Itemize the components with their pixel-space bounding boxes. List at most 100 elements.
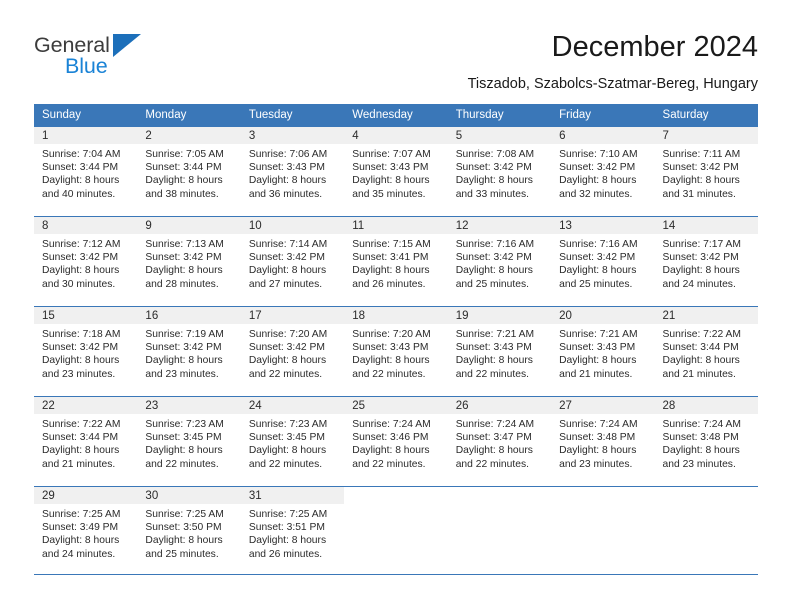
calendar-day-cell[interactable]: 24 Sunrise: 7:23 AM Sunset: 3:45 PM Dayligh… bbox=[240, 396, 345, 487]
sunset-text: Sunset: 3:42 PM bbox=[42, 252, 119, 264]
calendar-day-cell[interactable]: 31 Sunrise: 7:25 AM Sunset: 3:51 PM Dayligh… bbox=[240, 486, 345, 575]
calendar-week-row: 15 Sunrise: 7:18 AM Sunset: 3:42 PM Dayligh… bbox=[34, 306, 758, 397]
daylight-text-line1: Daylight: 8 hours bbox=[559, 445, 637, 457]
day-details: Sunrise: 7:17 AM Sunset: 3:42 PM Daylight:… bbox=[655, 234, 758, 291]
sunrise-text: Sunrise: 7:25 AM bbox=[145, 509, 224, 520]
calendar-day-cell[interactable]: 23 Sunrise: 7:23 AM Sunset: 3:45 PM Dayligh… bbox=[137, 396, 241, 487]
daylight-text-line2: and 22 minutes. bbox=[145, 458, 219, 470]
calendar-week-row: 1 Sunrise: 7:04 AM Sunset: 3:44 PM Daylight… bbox=[34, 126, 758, 217]
sunset-text: Sunset: 3:42 PM bbox=[559, 162, 636, 174]
day-details bbox=[551, 504, 654, 508]
sunset-text: Sunset: 3:42 PM bbox=[42, 342, 119, 354]
calendar-day-cell[interactable]: 28 Sunrise: 7:24 AM Sunset: 3:48 PM Dayligh… bbox=[654, 396, 758, 487]
daylight-text-line1: Daylight: 8 hours bbox=[248, 175, 327, 187]
sunrise-text: Sunrise: 7:24 AM bbox=[662, 419, 741, 430]
calendar-day-cell[interactable]: 7 Sunrise: 7:11 AM Sunset: 3:42 PM Daylight… bbox=[654, 126, 758, 217]
calendar-day-cell[interactable]: 4 Sunrise: 7:07 AM Sunset: 3:43 PM Daylight… bbox=[344, 126, 448, 217]
daylight-text-line2: and 21 minutes. bbox=[662, 368, 736, 380]
calendar-day-cell[interactable]: 9 Sunrise: 7:13 AM Sunset: 3:42 PM Daylight… bbox=[137, 216, 241, 307]
sunrise-text: Sunrise: 7:24 AM bbox=[352, 419, 431, 430]
calendar-day-cell[interactable]: 22 Sunrise: 7:22 AM Sunset: 3:44 PM Dayligh… bbox=[34, 396, 138, 487]
weekday-header-thursday: Thursday bbox=[447, 104, 552, 127]
calendar-day-cell[interactable]: 20 Sunrise: 7:21 AM Sunset: 3:43 PM Dayligh… bbox=[551, 306, 655, 397]
sunrise-text: Sunrise: 7:20 AM bbox=[352, 329, 431, 340]
calendar-day-cell[interactable]: 29 Sunrise: 7:25 AM Sunset: 3:49 PM Dayligh… bbox=[34, 486, 138, 575]
day-details: Sunrise: 7:20 AM Sunset: 3:43 PM Daylight:… bbox=[344, 324, 447, 381]
weekday-header-friday: Friday bbox=[551, 104, 655, 127]
daylight-text-line2: and 38 minutes. bbox=[145, 188, 219, 200]
general-blue-logo[interactable]: General Blue bbox=[34, 33, 214, 83]
sunrise-text: Sunrise: 7:22 AM bbox=[42, 419, 121, 430]
day-details: Sunrise: 7:24 AM Sunset: 3:48 PM Daylight:… bbox=[551, 414, 654, 471]
weekday-header-monday: Monday bbox=[137, 104, 241, 127]
sunrise-text: Sunrise: 7:23 AM bbox=[248, 419, 328, 430]
calendar-day-cell[interactable]: 8 Sunrise: 7:12 AM Sunset: 3:42 PM Daylight… bbox=[34, 216, 138, 307]
daylight-text-line1: Daylight: 8 hours bbox=[455, 175, 533, 187]
daylight-text-line2: and 28 minutes. bbox=[145, 278, 219, 290]
daylight-text-line1: Daylight: 8 hours bbox=[145, 175, 223, 187]
day-details: Sunrise: 7:10 AM Sunset: 3:42 PM Daylight:… bbox=[551, 144, 654, 201]
calendar-day-cell[interactable]: 21 Sunrise: 7:22 AM Sunset: 3:44 PM Dayligh… bbox=[654, 306, 758, 397]
weekday-header-saturday: Saturday bbox=[654, 104, 758, 127]
daylight-text-line1: Daylight: 8 hours bbox=[559, 355, 637, 367]
calendar-day-cell[interactable]: 11 Sunrise: 7:15 AM Sunset: 3:41 PM Dayligh… bbox=[344, 216, 448, 307]
sunrise-text: Sunrise: 7:07 AM bbox=[352, 149, 431, 160]
calendar-day-cell[interactable]: 13 Sunrise: 7:16 AM Sunset: 3:42 PM Dayligh… bbox=[551, 216, 655, 307]
sunrise-text: Sunrise: 7:21 AM bbox=[455, 329, 535, 340]
calendar-day-cell[interactable]: 15 Sunrise: 7:18 AM Sunset: 3:42 PM Dayligh… bbox=[34, 306, 138, 397]
daylight-text-line1: Daylight: 8 hours bbox=[559, 175, 637, 187]
calendar-day-cell[interactable]: 26 Sunrise: 7:24 AM Sunset: 3:47 PM Dayligh… bbox=[447, 396, 552, 487]
calendar-day-cell[interactable]: 12 Sunrise: 7:16 AM Sunset: 3:42 PM Dayligh… bbox=[447, 216, 552, 307]
logo-text-blue: Blue bbox=[65, 54, 108, 78]
calendar-day-cell[interactable]: 2 Sunrise: 7:05 AM Sunset: 3:44 PM Daylight… bbox=[137, 126, 241, 217]
day-details: Sunrise: 7:25 AM Sunset: 3:50 PM Daylight:… bbox=[137, 504, 240, 561]
day-details: Sunrise: 7:18 AM Sunset: 3:42 PM Daylight:… bbox=[34, 324, 137, 381]
daylight-text-line1: Daylight: 8 hours bbox=[662, 355, 740, 367]
calendar-day-cell[interactable]: 5 Sunrise: 7:08 AM Sunset: 3:42 PM Daylight… bbox=[447, 126, 552, 217]
day-number: 4 bbox=[344, 127, 448, 144]
sunset-text: Sunset: 3:43 PM bbox=[352, 162, 429, 174]
daylight-text-line1: Daylight: 8 hours bbox=[42, 445, 120, 457]
calendar-day-cell[interactable]: 1 Sunrise: 7:04 AM Sunset: 3:44 PM Daylight… bbox=[34, 126, 138, 217]
sunrise-text: Sunrise: 7:15 AM bbox=[352, 239, 431, 250]
calendar-day-cell[interactable]: 17 Sunrise: 7:20 AM Sunset: 3:42 PM Dayligh… bbox=[240, 306, 345, 397]
day-details: Sunrise: 7:23 AM Sunset: 3:45 PM Daylight:… bbox=[241, 414, 344, 471]
calendar-day-cell[interactable]: 18 Sunrise: 7:20 AM Sunset: 3:43 PM Dayligh… bbox=[344, 306, 448, 397]
calendar-page: General Blue December 2024 Tiszadob, Sza… bbox=[0, 0, 792, 612]
calendar-day-cell-empty bbox=[447, 486, 552, 575]
daylight-text-line2: and 23 minutes. bbox=[662, 458, 736, 470]
calendar-day-cell[interactable]: 16 Sunrise: 7:19 AM Sunset: 3:42 PM Dayligh… bbox=[137, 306, 241, 397]
sunrise-text: Sunrise: 7:10 AM bbox=[559, 149, 638, 160]
day-details: Sunrise: 7:07 AM Sunset: 3:43 PM Daylight:… bbox=[344, 144, 447, 201]
calendar-day-cell[interactable]: 6 Sunrise: 7:10 AM Sunset: 3:42 PM Daylight… bbox=[551, 126, 655, 217]
calendar-body: 1 Sunrise: 7:04 AM Sunset: 3:44 PM Daylight… bbox=[34, 126, 758, 575]
daylight-text-line1: Daylight: 8 hours bbox=[352, 445, 430, 457]
sunset-text: Sunset: 3:51 PM bbox=[248, 522, 325, 534]
day-details bbox=[655, 504, 758, 508]
day-number: 8 bbox=[34, 217, 138, 234]
daylight-text-line2: and 22 minutes. bbox=[248, 368, 323, 380]
sunset-text: Sunset: 3:43 PM bbox=[455, 342, 532, 354]
calendar-day-cell[interactable]: 27 Sunrise: 7:24 AM Sunset: 3:48 PM Dayligh… bbox=[551, 396, 655, 487]
calendar-day-cell[interactable]: 14 Sunrise: 7:17 AM Sunset: 3:42 PM Dayligh… bbox=[654, 216, 758, 307]
calendar-day-cell[interactable]: 30 Sunrise: 7:25 AM Sunset: 3:50 PM Dayligh… bbox=[137, 486, 241, 575]
day-details: Sunrise: 7:25 AM Sunset: 3:51 PM Daylight:… bbox=[241, 504, 344, 561]
daylight-text-line2: and 22 minutes. bbox=[248, 458, 323, 470]
sunset-text: Sunset: 3:43 PM bbox=[559, 342, 636, 354]
logo-triangle-icon bbox=[113, 34, 141, 57]
day-details: Sunrise: 7:06 AM Sunset: 3:43 PM Daylight:… bbox=[241, 144, 344, 201]
day-number: 22 bbox=[34, 397, 138, 414]
sunset-text: Sunset: 3:44 PM bbox=[42, 162, 119, 174]
day-number: 13 bbox=[551, 217, 655, 234]
daylight-text-line1: Daylight: 8 hours bbox=[248, 445, 327, 457]
day-details: Sunrise: 7:21 AM Sunset: 3:43 PM Daylight:… bbox=[551, 324, 654, 381]
calendar-day-cell[interactable]: 3 Sunrise: 7:06 AM Sunset: 3:43 PM Daylight… bbox=[240, 126, 345, 217]
calendar-day-cell[interactable]: 19 Sunrise: 7:21 AM Sunset: 3:43 PM Dayligh… bbox=[447, 306, 552, 397]
daylight-text-line2: and 32 minutes. bbox=[559, 188, 633, 200]
day-number: 27 bbox=[551, 397, 655, 414]
day-details: Sunrise: 7:20 AM Sunset: 3:42 PM Daylight:… bbox=[241, 324, 344, 381]
day-number: 3 bbox=[240, 127, 345, 144]
calendar-day-cell[interactable]: 25 Sunrise: 7:24 AM Sunset: 3:46 PM Dayligh… bbox=[344, 396, 448, 487]
calendar-day-cell[interactable]: 10 Sunrise: 7:14 AM Sunset: 3:42 PM Dayligh… bbox=[240, 216, 345, 307]
daylight-text-line2: and 24 minutes. bbox=[42, 548, 116, 560]
